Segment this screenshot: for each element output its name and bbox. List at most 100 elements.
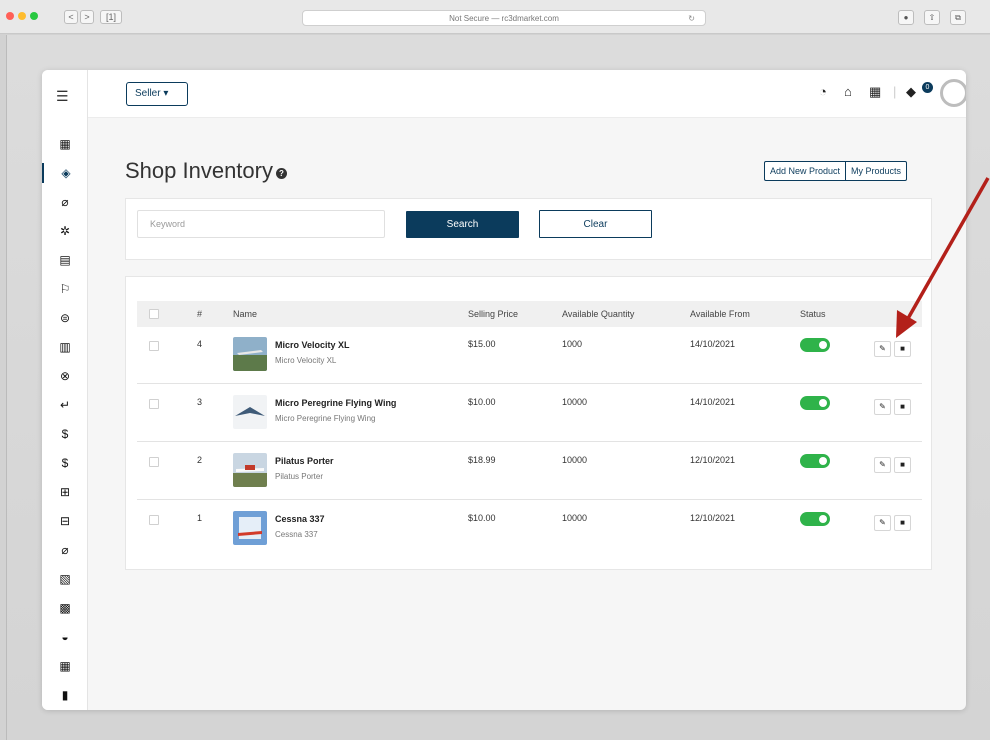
page-title: Shop Inventory? bbox=[125, 158, 287, 184]
status-toggle[interactable] bbox=[800, 338, 830, 352]
product-thumbnail[interactable] bbox=[233, 453, 267, 487]
building-icon[interactable]: ▦ bbox=[42, 656, 88, 676]
home-icon[interactable]: ⌂ bbox=[844, 84, 852, 99]
search-button[interactable]: Search bbox=[406, 211, 519, 238]
edit-icon[interactable]: ✎ bbox=[874, 457, 891, 473]
bar-chart-icon[interactable]: ▥ bbox=[42, 337, 88, 357]
row-number: 1 bbox=[197, 513, 203, 523]
my-products-button[interactable]: My Products bbox=[845, 162, 906, 180]
sign-icon[interactable]: ⚐ bbox=[42, 279, 88, 299]
back-button[interactable]: < bbox=[64, 10, 78, 24]
status-toggle[interactable] bbox=[800, 454, 830, 468]
url-text: Not Secure — rc3dmarket.com bbox=[449, 14, 559, 23]
tag-notification-icon[interactable]: ◆ bbox=[906, 84, 916, 100]
maximize-window-icon[interactable] bbox=[30, 12, 38, 20]
table-row: 3 Micro Peregrine Flying Wing Micro Pere… bbox=[137, 385, 922, 442]
status-toggle[interactable] bbox=[800, 396, 830, 410]
sidebar-toggle-icon[interactable]: [1] bbox=[100, 10, 122, 24]
avatar[interactable] bbox=[940, 79, 966, 107]
product-button-group: Add New Product My Products bbox=[764, 161, 908, 181]
product-thumbnail[interactable] bbox=[233, 395, 267, 429]
row-checkbox[interactable] bbox=[149, 399, 159, 409]
selling-price: $15.00 bbox=[468, 339, 496, 349]
product-thumbnail[interactable] bbox=[233, 337, 267, 371]
product-subtitle: Micro Velocity XL bbox=[275, 356, 337, 365]
calculator-icon[interactable]: ▩ bbox=[42, 598, 88, 618]
tag-icon[interactable]: ⌀ bbox=[42, 192, 88, 212]
row-checkbox[interactable] bbox=[149, 457, 159, 467]
gear-icon[interactable]: ✲ bbox=[42, 221, 88, 241]
trash-icon[interactable]: ■ bbox=[894, 399, 911, 415]
invoice-icon[interactable]: ▧ bbox=[42, 569, 88, 589]
available-quantity: 10000 bbox=[562, 455, 588, 465]
menu-icon[interactable]: ☰ bbox=[56, 88, 69, 105]
sidebar: ☰ ▦ ◈ ⌀ ✲ ▤ ⚐ ⊜ ▥ ⊗ ↵ $ $ ⊞ ⊟ ⌀ ▧ ▩ ◒ ▦ … bbox=[42, 70, 88, 710]
shield-icon[interactable]: ● bbox=[898, 10, 914, 25]
app-window: ☰ ▦ ◈ ⌀ ✲ ▤ ⚐ ⊜ ▥ ⊗ ↵ $ $ ⊞ ⊟ ⌀ ▧ ▩ ◒ ▦ … bbox=[42, 70, 966, 710]
tag-alt-icon[interactable]: ⌀ bbox=[42, 540, 88, 560]
product-thumbnail[interactable] bbox=[233, 511, 267, 545]
edit-icon[interactable]: ✎ bbox=[874, 341, 891, 357]
row-number: 4 bbox=[197, 339, 203, 349]
trash-icon[interactable]: ■ bbox=[894, 457, 911, 473]
product-subtitle: Cessna 337 bbox=[275, 530, 318, 539]
dollar-icon[interactable]: $ bbox=[42, 424, 88, 444]
dollar-alt-icon[interactable]: $ bbox=[42, 453, 88, 473]
edit-icon[interactable]: ✎ bbox=[874, 515, 891, 531]
reload-icon[interactable]: ↻ bbox=[688, 11, 695, 26]
clear-button[interactable]: Clear bbox=[539, 210, 652, 238]
close-window-icon[interactable] bbox=[6, 12, 14, 20]
box-icon[interactable]: ◈ bbox=[42, 163, 88, 183]
trash-icon[interactable]: ■ bbox=[894, 341, 911, 357]
product-name[interactable]: Micro Peregrine Flying Wing bbox=[275, 398, 396, 408]
return-icon[interactable]: ↵ bbox=[42, 395, 88, 415]
trash-icon[interactable]: ■ bbox=[894, 515, 911, 531]
edit-icon[interactable]: ✎ bbox=[874, 399, 891, 415]
clipboard-icon[interactable]: ▮ bbox=[42, 685, 88, 705]
select-all-checkbox[interactable] bbox=[149, 309, 159, 319]
car-icon[interactable]: ⊜ bbox=[42, 308, 88, 328]
available-quantity: 10000 bbox=[562, 397, 588, 407]
share-icon[interactable]: ⇧ bbox=[924, 10, 940, 25]
row-checkbox[interactable] bbox=[149, 341, 159, 351]
seller-dropdown[interactable]: Seller ▾ bbox=[126, 82, 188, 106]
add-new-product-button[interactable]: Add New Product bbox=[765, 162, 845, 180]
column-header-price: Selling Price bbox=[468, 309, 519, 319]
network-icon[interactable]: ⊟ bbox=[42, 511, 88, 531]
forward-button[interactable]: > bbox=[80, 10, 94, 24]
table-row: 2 Pilatus Porter Pilatus Porter $18.99 1… bbox=[137, 443, 922, 500]
close-circle-icon[interactable]: ⊗ bbox=[42, 366, 88, 386]
selling-price: $10.00 bbox=[468, 397, 496, 407]
notification-badge: 0 bbox=[922, 82, 933, 93]
selling-price: $18.99 bbox=[468, 455, 496, 465]
store-icon[interactable]: ▦ bbox=[42, 134, 88, 154]
sitemap-icon[interactable]: ⊞ bbox=[42, 482, 88, 502]
product-name[interactable]: Pilatus Porter bbox=[275, 456, 334, 466]
row-number: 3 bbox=[197, 397, 203, 407]
tabs-icon[interactable]: ⧉ bbox=[950, 10, 966, 25]
search-card: Search Clear bbox=[125, 198, 932, 260]
server-icon[interactable]: ▤ bbox=[42, 250, 88, 270]
column-header-number: # bbox=[197, 309, 203, 319]
address-bar[interactable]: Not Secure — rc3dmarket.com ↻ bbox=[302, 10, 706, 26]
available-from: 14/10/2021 bbox=[690, 397, 736, 407]
product-name[interactable]: Micro Velocity XL bbox=[275, 340, 350, 350]
available-from: 14/10/2021 bbox=[690, 339, 736, 349]
column-header-status: Status bbox=[800, 309, 826, 319]
help-icon[interactable]: ? bbox=[275, 168, 287, 179]
product-name[interactable]: Cessna 337 bbox=[275, 514, 325, 524]
top-bar: Seller ▾ ◔ ⌂ ▦ | ◆ 0 bbox=[88, 70, 966, 118]
column-header-name: Name bbox=[233, 309, 258, 319]
dashboard-icon[interactable]: ◒ bbox=[42, 627, 88, 647]
keyword-input[interactable] bbox=[137, 210, 385, 238]
minimize-window-icon[interactable] bbox=[18, 12, 26, 20]
speedometer-icon[interactable]: ◔ bbox=[819, 84, 827, 99]
row-checkbox[interactable] bbox=[149, 515, 159, 525]
table-row: 1 Cessna 337 Cessna 337 $10.00 10000 12/… bbox=[137, 501, 922, 558]
available-quantity: 10000 bbox=[562, 513, 588, 523]
status-toggle[interactable] bbox=[800, 512, 830, 526]
browser-toolbar: < > [1] Not Secure — rc3dmarket.com ↻ ● … bbox=[0, 0, 990, 34]
available-quantity: 1000 bbox=[562, 339, 583, 349]
table-header: # Name Selling Price Available Quantity … bbox=[137, 301, 922, 327]
store-icon[interactable]: ▦ bbox=[869, 84, 881, 100]
